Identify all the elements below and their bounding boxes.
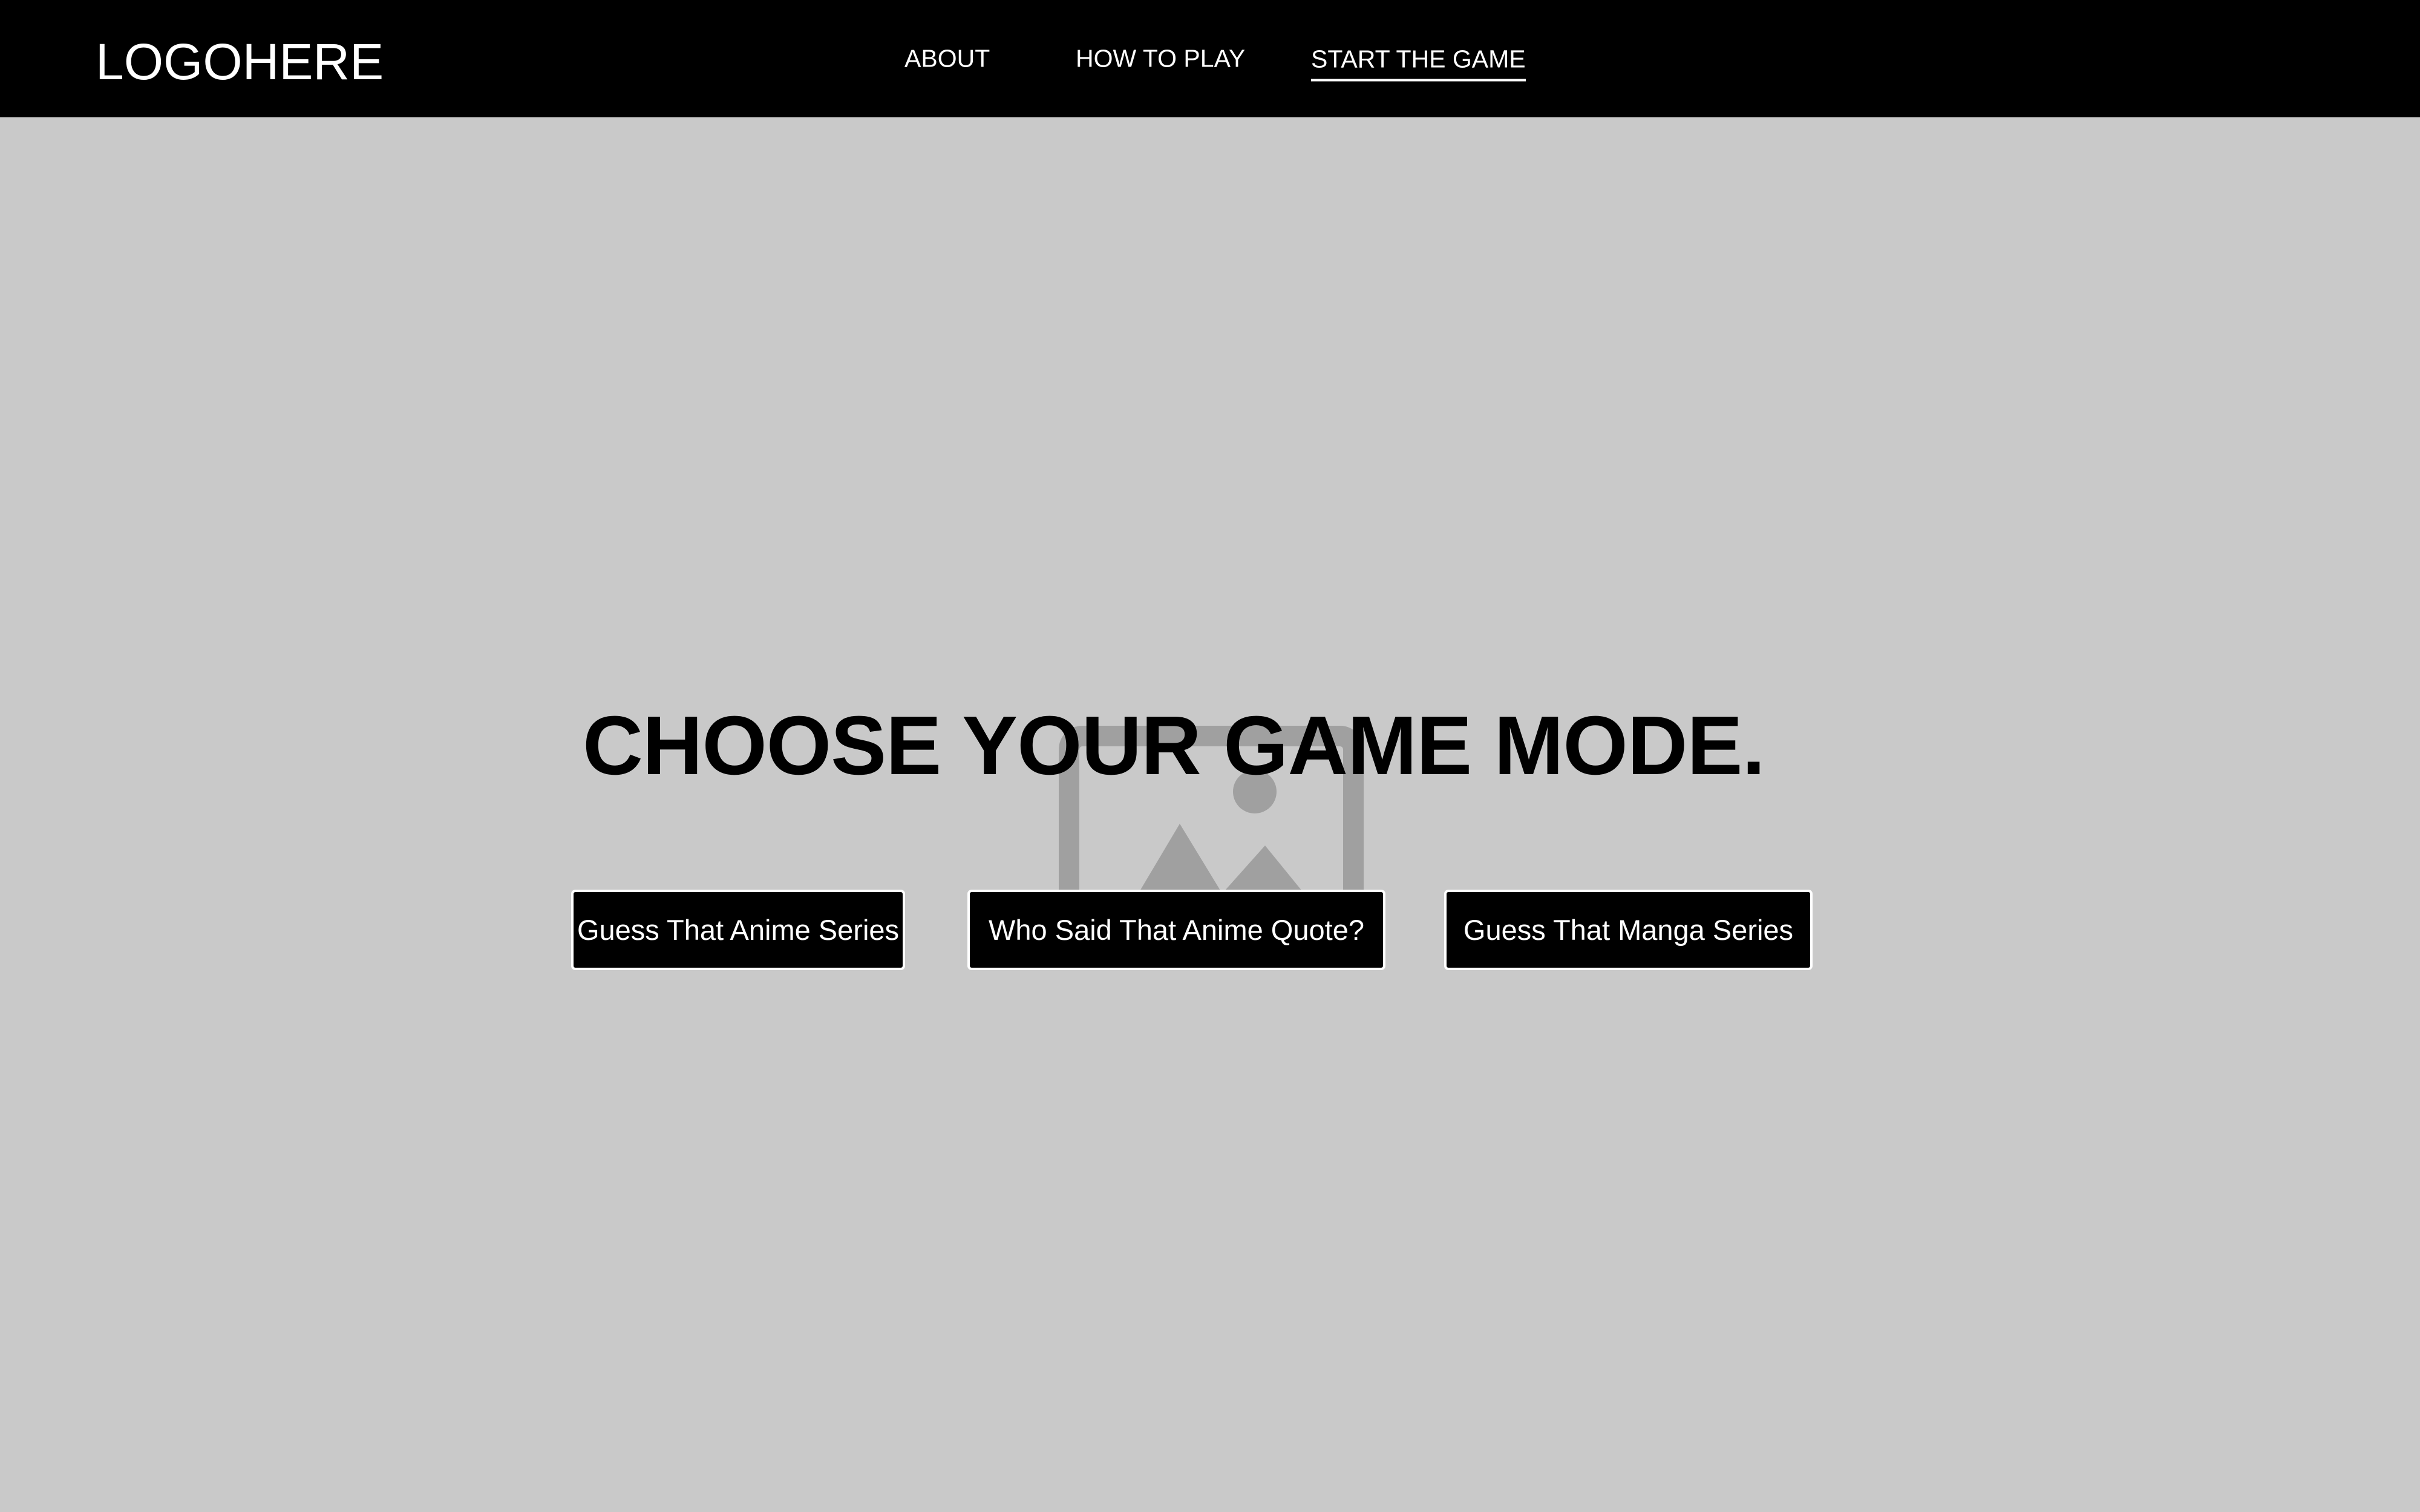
anime-quote-button[interactable]: Who Said That Anime Quote? — [967, 890, 1385, 970]
nav-link-how-to-play[interactable]: HOW TO PLAY — [1076, 46, 1245, 71]
page-title: CHOOSE YOUR GAME MODE. — [0, 704, 2420, 787]
guess-anime-series-button[interactable]: Guess That Anime Series — [571, 890, 905, 970]
top-navigation-bar: LOGOHERE ABOUT HOW TO PLAY START THE GAM… — [0, 0, 2420, 117]
logo[interactable]: LOGOHERE — [96, 36, 384, 87]
guess-manga-series-button[interactable]: Guess That Manga Series — [1444, 890, 1813, 970]
nav-link-start-the-game[interactable]: START THE GAME — [1311, 47, 1526, 82]
page-title-text: CHOOSE YOUR GAME MODE. — [583, 699, 1765, 793]
nav-link-about[interactable]: ABOUT — [904, 46, 990, 71]
